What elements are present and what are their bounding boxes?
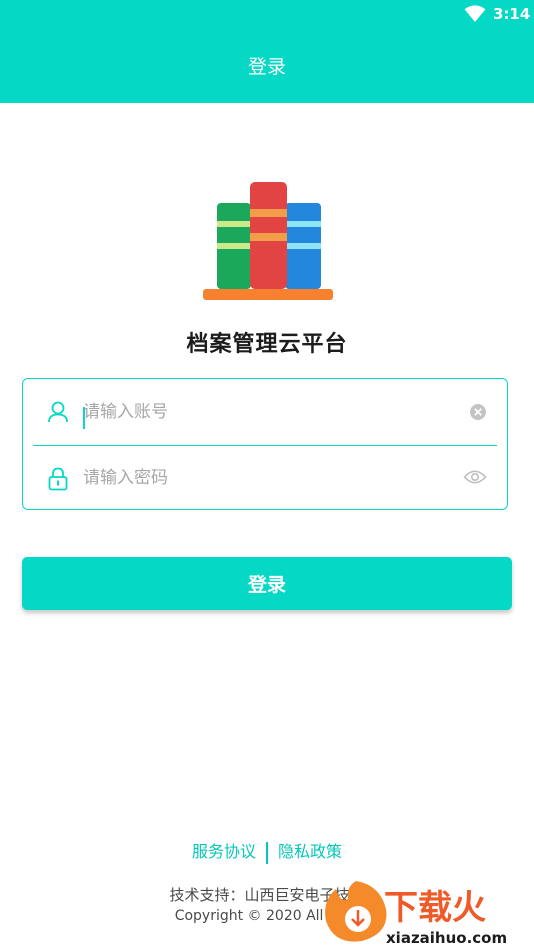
wifi-icon <box>464 5 486 22</box>
app-name: 档案管理云平台 <box>186 332 348 357</box>
books-icon <box>203 182 333 300</box>
status-time: 3:14 <box>493 5 531 23</box>
policy-links: 服务协议 隐私政策 <box>0 838 534 864</box>
user-icon <box>48 401 68 423</box>
login-form <box>22 378 508 510</box>
watermark-brand: 下载火 <box>384 888 486 928</box>
password-input[interactable] <box>83 462 453 494</box>
service-agreement-link[interactable]: 服务协议 <box>192 842 256 861</box>
login-button[interactable]: 登录 <box>22 557 512 610</box>
text-cursor <box>83 407 85 429</box>
privacy-policy-link[interactable]: 隐私政策 <box>278 842 342 861</box>
header-bar: 3:14 登录 <box>0 0 534 103</box>
eye-icon[interactable] <box>463 469 487 485</box>
clear-icon[interactable] <box>469 403 487 421</box>
watermark-logo: 下载火 xiazaihuo.com <box>325 881 507 947</box>
status-bar: 3:14 <box>0 0 534 30</box>
password-row <box>23 445 507 511</box>
account-row <box>23 379 507 445</box>
account-input[interactable] <box>83 396 453 428</box>
watermark-site: xiazaihuo.com <box>386 929 507 947</box>
page-title: 登录 <box>247 56 286 78</box>
lock-icon <box>48 467 68 491</box>
link-separator <box>266 841 268 864</box>
